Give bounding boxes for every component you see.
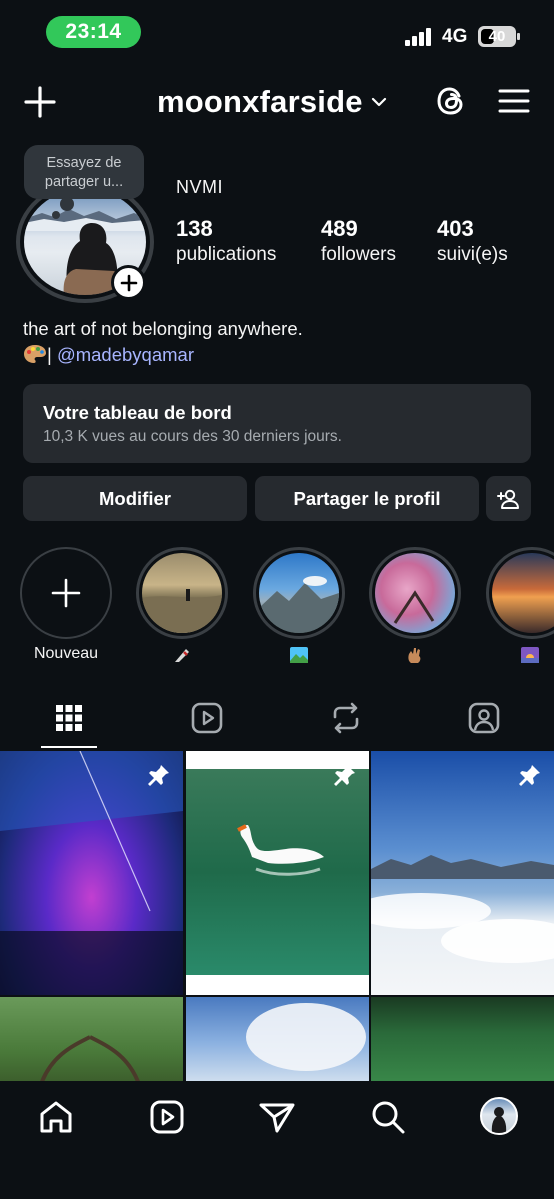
stat-value: 403 <box>437 216 474 241</box>
grid-icon <box>56 705 82 731</box>
sunset-emoji-icon <box>521 647 539 663</box>
tagged-icon <box>468 702 500 734</box>
post-thumbnail[interactable] <box>371 997 554 1081</box>
post-image <box>237 824 324 876</box>
dashboard-title: Votre tableau de bord <box>43 402 232 423</box>
post-image <box>0 751 183 995</box>
highlight-thumbnail <box>393 590 435 624</box>
landscape-emoji-icon <box>290 647 308 663</box>
note-bubble[interactable]: Essayez de partager u... <box>24 145 144 211</box>
profile-avatar-tab[interactable] <box>480 1097 518 1135</box>
search-icon[interactable] <box>368 1097 408 1137</box>
stat-followers[interactable]: 489 followers <box>321 216 396 266</box>
stat-posts[interactable]: 138 publications <box>176 216 276 266</box>
tab-tagged[interactable] <box>415 694 553 750</box>
discover-people-button[interactable] <box>486 476 531 521</box>
active-tab-indicator <box>41 746 97 748</box>
highlight-label <box>253 645 345 667</box>
posts-grid <box>0 751 554 1081</box>
signal-icon <box>405 26 433 46</box>
stat-label: publications <box>176 244 277 265</box>
pin-icon <box>334 765 355 786</box>
tab-reposts[interactable] <box>277 694 415 750</box>
post-thumbnail[interactable] <box>186 751 369 995</box>
username: moonxfarside <box>157 84 363 119</box>
post-image <box>246 1003 366 1071</box>
post-image <box>40 1035 140 1081</box>
battery-icon: 40 <box>478 26 520 47</box>
stat-label: followers <box>321 244 396 265</box>
bio-mention-link[interactable]: @madebyqamar <box>57 344 194 365</box>
bio: the art of not belonging anywhere. | @ma… <box>23 316 303 368</box>
menu-icon[interactable] <box>497 86 531 116</box>
battery-level: 40 <box>488 28 506 45</box>
post-image <box>371 855 554 963</box>
chevron-down-icon <box>371 97 386 107</box>
highlight-item[interactable] <box>369 547 461 667</box>
account-switcher[interactable]: moonxfarside <box>157 84 387 120</box>
stat-label: suivi(e)s <box>437 244 508 265</box>
plus-icon <box>51 578 81 608</box>
edit-profile-button[interactable]: Modifier <box>23 476 247 521</box>
profile-header: moonxfarside <box>0 76 554 132</box>
knife-emoji-icon <box>175 649 189 662</box>
dashboard-subtitle: 10,3 K vues au cours des 30 derniers jou… <box>43 428 342 445</box>
repost-icon <box>333 702 359 734</box>
avatar-photo <box>491 1107 507 1133</box>
highlight-thumbnail <box>142 589 222 633</box>
post-thumbnail[interactable] <box>371 751 554 995</box>
highlight-label <box>136 645 228 667</box>
highlight-thumbnail <box>259 576 339 633</box>
create-plus-icon[interactable] <box>22 84 58 120</box>
highlight-item[interactable] <box>136 547 228 667</box>
status-bar: 23:14 4G 40 <box>0 0 554 66</box>
post-thumbnail[interactable] <box>0 997 183 1081</box>
stat-value: 138 <box>176 216 213 241</box>
post-thumbnail[interactable] <box>0 751 183 995</box>
professional-dashboard[interactable]: Votre tableau de bord 10,3 K vues au cou… <box>23 384 531 463</box>
home-icon[interactable] <box>36 1097 76 1137</box>
highlight-label <box>369 645 461 667</box>
tab-grid[interactable] <box>0 694 138 750</box>
stat-value: 489 <box>321 216 358 241</box>
pin-icon <box>519 765 540 786</box>
reels-icon <box>191 702 223 734</box>
bio-line: the art of not belonging anywhere. <box>23 318 303 339</box>
bottom-navigation <box>0 1081 554 1199</box>
send-icon[interactable] <box>257 1097 297 1137</box>
palette-emoji-icon <box>24 345 46 363</box>
highlight-item[interactable] <box>253 547 345 667</box>
highlight-label <box>486 645 554 667</box>
profile-tabs <box>0 694 554 750</box>
bio-line: | @madebyqamar <box>23 342 303 368</box>
reels-icon[interactable] <box>147 1097 187 1137</box>
stat-following[interactable]: 403 suivi(e)s <box>437 216 508 266</box>
threads-icon[interactable] <box>432 82 470 120</box>
bio-separator: | <box>47 344 52 365</box>
hand-emoji-icon <box>408 648 421 663</box>
clock-pill[interactable]: 23:14 <box>46 16 141 48</box>
plus-icon <box>120 274 137 291</box>
highlight-item[interactable] <box>486 547 554 667</box>
highlight-label: Nouveau <box>33 645 99 662</box>
share-profile-button[interactable]: Partager le profil <box>255 476 479 521</box>
note-tail <box>52 211 60 219</box>
post-thumbnail[interactable] <box>186 997 369 1081</box>
highlight-new[interactable]: Nouveau <box>20 547 112 667</box>
pin-icon <box>148 765 169 786</box>
add-person-icon <box>496 489 519 509</box>
network-type: 4G <box>442 26 468 47</box>
tab-reels[interactable] <box>138 694 276 750</box>
display-name: NVMI <box>176 177 223 197</box>
add-story-button[interactable] <box>111 265 146 300</box>
